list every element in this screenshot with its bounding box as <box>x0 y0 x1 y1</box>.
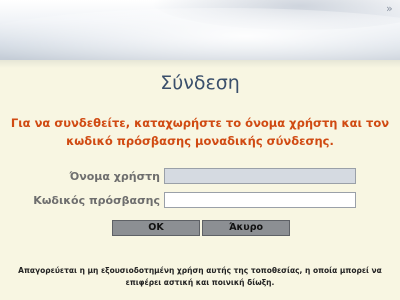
corner-arrow-icon: » <box>386 2 393 15</box>
username-label: Όνομα χρήστη <box>69 170 160 183</box>
legal-warning: Απαγορεύεται η μη εξουσιοδοτημένη χρήση … <box>18 266 382 287</box>
page-title: Σύνδεση <box>160 72 240 94</box>
login-instructions: Για να συνδεθείτε, καταχωρήστε το όνομα … <box>10 116 390 148</box>
password-field[interactable] <box>164 192 356 208</box>
username-field[interactable] <box>164 168 356 184</box>
header-divider <box>0 60 400 68</box>
header-banner: » <box>0 0 400 60</box>
password-label: Κωδικός πρόσβασης <box>33 194 160 207</box>
cancel-button[interactable]: Άκυρο <box>202 220 290 236</box>
login-page: » Σύνδεση Για να συνδεθείτε, καταχωρήστε… <box>0 0 400 300</box>
ok-button[interactable]: OK <box>112 220 200 236</box>
banner-highlight-swoosh <box>0 8 400 60</box>
